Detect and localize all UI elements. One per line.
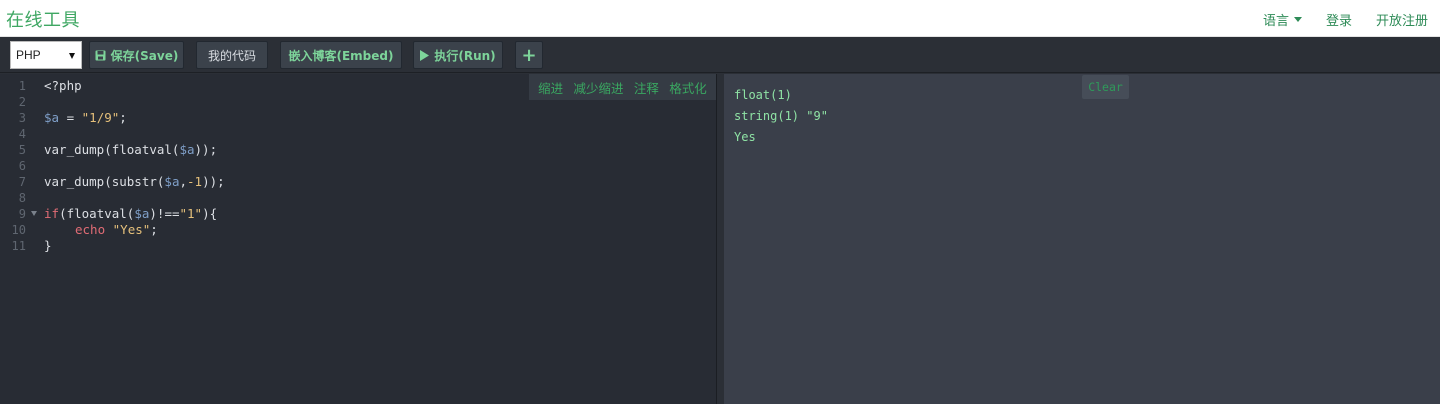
line-gutter: 1 2 3 4 5 6 7 8 9 10 11	[0, 74, 36, 404]
code-token: ){	[202, 206, 218, 221]
line-number: 3	[18, 111, 26, 125]
code-line-3: $a = "1/9";	[44, 110, 127, 126]
line-number: 6	[18, 159, 26, 173]
line-number: 10	[11, 223, 26, 237]
nav-language-label: 语言	[1262, 14, 1289, 29]
output-panel: Clear float(1) string(1) "9" Yes	[724, 74, 1440, 404]
indent-button[interactable]: 缩进	[538, 78, 563, 97]
top-nav: 语言 登录 开放注册	[1239, 10, 1428, 29]
nav-login-link[interactable]: 登录	[1326, 10, 1352, 29]
embed-button[interactable]: 嵌入博客(Embed)	[280, 41, 402, 69]
code-token: $a	[44, 110, 60, 125]
save-button[interactable]: 保存(Save)	[89, 41, 184, 69]
code-token: )!==	[149, 206, 180, 221]
code-token: ;	[119, 110, 127, 125]
code-line-1: <?php	[44, 78, 82, 94]
output-line: string(1) "9"	[734, 109, 828, 123]
code-token: if	[44, 206, 60, 221]
floppy-disk-icon	[95, 50, 106, 60]
format-button[interactable]: 格式化	[669, 78, 707, 97]
code-line-10: echo "Yes";	[75, 222, 158, 238]
code-token: $a	[164, 174, 180, 189]
code-line-5: var_dump(floatval($a));	[44, 142, 217, 158]
play-icon	[420, 49, 430, 61]
my-code-button[interactable]: 我的代码	[196, 41, 268, 69]
code-token: <?php	[44, 78, 82, 93]
editor-tools-bar: 缩进 减少缩进 注释 格式化	[529, 74, 716, 100]
code-token: ));	[202, 174, 225, 189]
line-number: 4	[18, 127, 26, 141]
save-button-label: 保存(Save)	[110, 48, 179, 63]
code-token: var_dump(floatval(	[44, 142, 180, 157]
code-token: $a	[134, 206, 150, 221]
chevron-down-icon	[69, 53, 75, 59]
output-line: float(1)	[734, 88, 792, 102]
line-number: 1	[18, 79, 26, 93]
pane-splitter[interactable]	[717, 74, 724, 404]
line-number: 7	[18, 175, 26, 189]
language-select[interactable]: PHP	[10, 41, 82, 69]
run-button[interactable]: 执行(Run)	[413, 41, 503, 69]
caret-down-icon	[1293, 17, 1302, 22]
outdent-button[interactable]: 减少缩进	[574, 78, 624, 97]
comment-button[interactable]: 注释	[634, 78, 659, 97]
code-token: var_dump(substr(	[44, 174, 165, 189]
code-token: (floatval(	[59, 206, 135, 221]
code-token: -1	[187, 174, 203, 189]
code-token: }	[44, 238, 52, 253]
code-token: "1/9"	[81, 110, 120, 125]
site-brand[interactable]: 在线工具	[6, 6, 80, 32]
top-header: 在线工具 语言 登录 开放注册	[0, 0, 1440, 37]
nav-register-link[interactable]: 开放注册	[1376, 10, 1428, 29]
fold-caret-icon[interactable]	[31, 211, 37, 216]
run-button-label: 执行(Run)	[434, 48, 496, 63]
line-number: 11	[11, 239, 26, 253]
line-number: 5	[18, 143, 26, 157]
code-token: =	[59, 110, 82, 125]
nav-language-menu[interactable]: 语言	[1263, 10, 1302, 29]
line-number: 8	[18, 191, 26, 205]
clear-output-button[interactable]: Clear	[1082, 75, 1129, 99]
code-line-7: var_dump(substr($a,-1));	[44, 174, 225, 190]
add-button[interactable]: +	[515, 41, 543, 69]
code-token: ));	[194, 142, 218, 157]
code-token: "Yes"	[112, 222, 151, 237]
code-editor[interactable]: 1 2 3 4 5 6 7 8 9 10 11 <?php $a = "1/9"…	[0, 74, 717, 404]
code-line-11: }	[44, 238, 52, 254]
code-token: "1"	[179, 206, 203, 221]
code-token: echo	[75, 222, 106, 237]
code-token: $a	[179, 142, 195, 157]
line-number: 9	[18, 207, 26, 221]
output-line: Yes	[734, 130, 756, 144]
code-line-9: if(floatval($a)!=="1"){	[44, 206, 217, 222]
code-token: ;	[150, 222, 158, 237]
line-number: 2	[18, 95, 26, 109]
editor-toolbar: PHP 保存(Save) 我的代码 嵌入博客(Embed) 执行(Run) +	[0, 37, 1440, 73]
language-select-value: PHP	[16, 48, 41, 62]
code-token: ,	[179, 174, 188, 189]
